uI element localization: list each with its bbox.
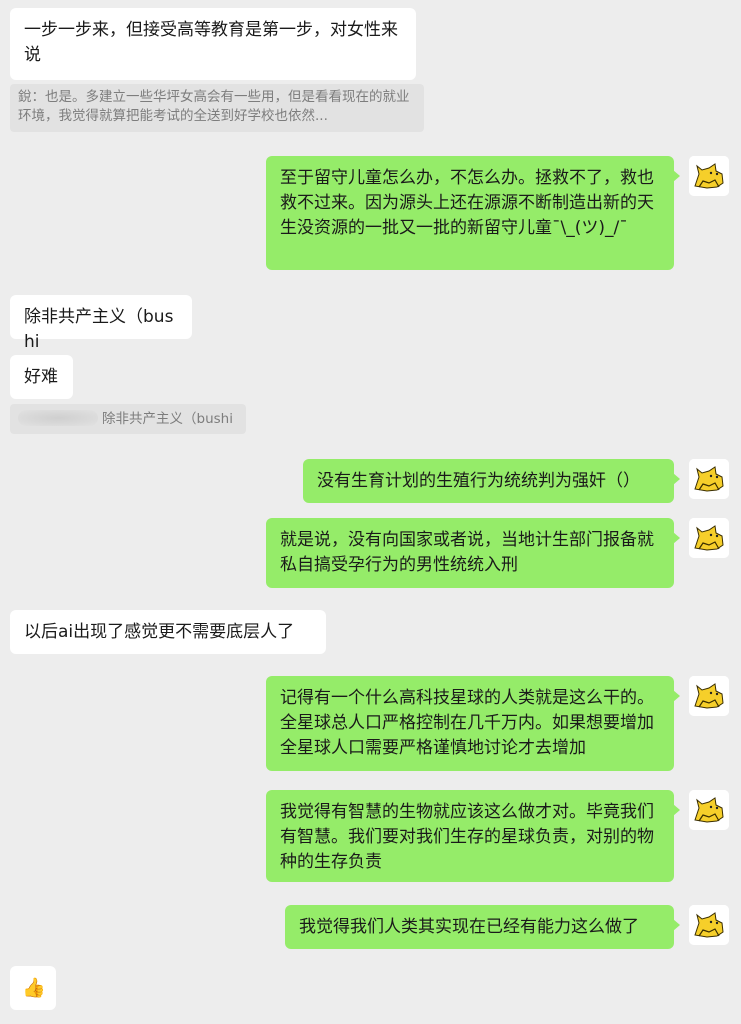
message-bubble-outgoing[interactable]: 我觉得有智慧的生物就应该这么做才对。毕竟我们有智慧。我们要对我们生存的星球负责，…	[266, 790, 680, 882]
sender-avatar[interactable]	[689, 676, 729, 716]
message-bubble-outgoing[interactable]: 没有生育计划的生殖行为统统判为强奸（）	[303, 459, 680, 503]
cat-avatar-icon	[689, 905, 729, 945]
cat-avatar-icon	[689, 676, 729, 716]
sender-avatar[interactable]	[689, 518, 729, 558]
quoted-reply[interactable]: 銳：也是。多建立一些华坪女高会有一些用，但是看看现在的就业环境，我觉得就算把能考…	[10, 84, 424, 132]
quoted-reply[interactable]: 除非共产主义（bushi	[10, 404, 246, 434]
thumbs-up-icon: 👍	[22, 977, 46, 999]
cat-avatar-icon	[689, 518, 729, 558]
message-bubble-incoming[interactable]: 除非共产主义（bushi	[10, 295, 192, 352]
sender-avatar[interactable]	[689, 156, 729, 196]
message-bubble-outgoing[interactable]: 就是说，没有向国家或者说，当地计生部门报备就私自搞受孕行为的男性统统入刑	[266, 518, 680, 588]
cat-avatar-icon	[689, 156, 729, 196]
message-bubble-incoming[interactable]: 以后ai出现了感觉更不需要底层人了	[10, 610, 326, 654]
message-bubble-incoming[interactable]: 👍	[10, 966, 56, 1010]
blurred-sender-name	[18, 410, 98, 426]
chat-window: 一步一步来，但接受高等教育是第一步，对女性来说 銳：也是。多建立一些华坪女高会有…	[0, 0, 741, 1024]
message-bubble-incoming[interactable]: 好难	[10, 355, 73, 399]
sender-avatar[interactable]	[689, 459, 729, 499]
message-bubble-outgoing[interactable]: 至于留守儿童怎么办，不怎么办。拯救不了，救也救不过来。因为源头上还在源源不断制造…	[266, 156, 680, 270]
message-bubble-outgoing[interactable]: 我觉得我们人类其实现在已经有能力这么做了	[285, 905, 680, 949]
quote-text: 除非共产主义（bushi	[102, 411, 233, 427]
message-bubble-incoming[interactable]: 一步一步来，但接受高等教育是第一步，对女性来说	[10, 8, 416, 80]
cat-avatar-icon	[689, 790, 729, 830]
sender-avatar[interactable]	[689, 905, 729, 945]
cat-avatar-icon	[689, 459, 729, 499]
sender-avatar[interactable]	[689, 790, 729, 830]
message-bubble-outgoing[interactable]: 记得有一个什么高科技星球的人类就是这么干的。全星球总人口严格控制在几千万内。如果…	[266, 676, 680, 771]
